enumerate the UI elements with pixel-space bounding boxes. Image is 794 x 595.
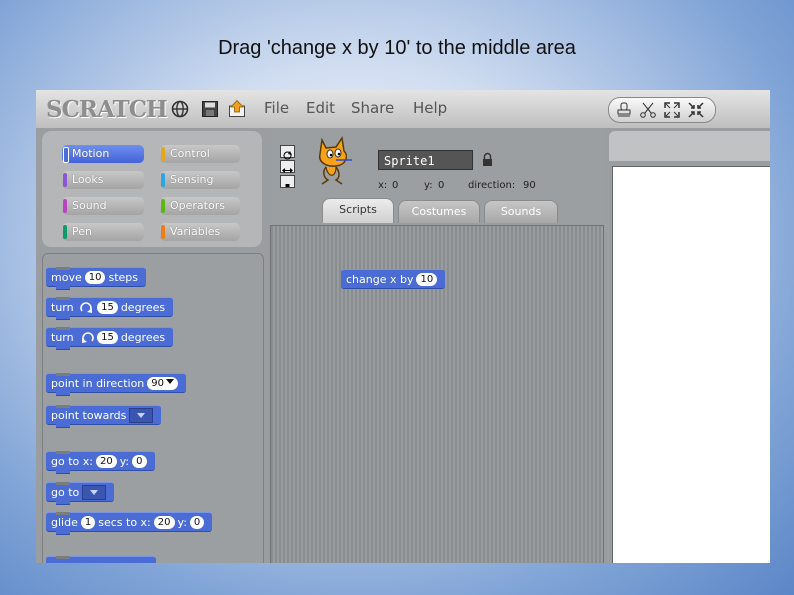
block-text: degrees [120, 301, 166, 314]
lock-icon[interactable] [482, 152, 493, 167]
rotate-counterclockwise-icon [82, 332, 94, 343]
stamp-icon[interactable] [615, 101, 633, 119]
rotate-clockwise-icon [80, 302, 93, 313]
save-icon[interactable] [201, 100, 219, 118]
no-rotate-icon [285, 184, 290, 187]
menu-share[interactable]: Share [351, 99, 394, 117]
scripts-area[interactable]: change x by 10 [270, 225, 604, 563]
block-glide[interactable]: glide 1 secs to x: 20 y: 0 [46, 512, 213, 535]
share-upload-icon[interactable] [228, 100, 246, 118]
category-label: Operators [170, 199, 225, 212]
direction-label: direction: [468, 180, 516, 191]
operators-color-bar [161, 199, 165, 213]
target-dropdown[interactable] [82, 484, 107, 500]
view-mode-buttons [608, 97, 716, 123]
category-operators[interactable]: Operators [160, 197, 240, 215]
tab-sounds[interactable]: Sounds [484, 200, 558, 223]
category-control[interactable]: Control [160, 145, 240, 163]
sprite-info-panel: Sprite1 x: 0 y: 0 direction: 90 Scripts … [272, 128, 604, 224]
x-label: x: [378, 180, 388, 191]
block-go-to[interactable]: go to [46, 482, 115, 505]
block-turn-left[interactable]: turn 15 degrees [46, 327, 174, 350]
tab-costumes[interactable]: Costumes [398, 200, 480, 223]
block-turn-right[interactable]: turn 15 degrees [46, 297, 174, 320]
sound-color-bar [63, 199, 67, 213]
shrink-icon[interactable] [687, 101, 705, 119]
stage-header [609, 131, 770, 161]
block-text: steps [108, 271, 138, 284]
menu-help[interactable]: Help [413, 99, 447, 117]
menu-bar: SCRATCH File Edit Share Help [36, 90, 770, 128]
category-label: Control [170, 147, 210, 160]
scratch-logo: SCRATCH [46, 96, 168, 123]
block-text: degrees [120, 331, 166, 344]
target-dropdown[interactable] [129, 407, 154, 423]
block-text: y: [119, 455, 130, 468]
block-text: change x by [346, 273, 414, 286]
category-label: Pen [72, 225, 92, 238]
category-variables[interactable]: Variables [160, 223, 240, 241]
tab-scripts[interactable]: Scripts [322, 198, 394, 223]
rotate-style-flip-button[interactable] [280, 160, 295, 173]
rotate-style-none-button[interactable] [280, 175, 295, 188]
direction-value: 90 [523, 180, 536, 191]
block-go-to-xy[interactable]: go to x: 20 y: 0 [46, 451, 155, 474]
menu-file[interactable]: File [264, 99, 289, 117]
blocks-palette[interactable]: move 10 steps turn 15 degrees turn 15 degree… [42, 253, 264, 563]
sprite-cat-thumbnail [318, 135, 352, 185]
secs-input[interactable]: 1 [80, 515, 96, 529]
degrees-input[interactable]: 15 [97, 300, 118, 314]
rotate-style-full-button[interactable] [280, 145, 295, 160]
motion-color-bar [63, 147, 69, 163]
category-label: Looks [72, 173, 104, 186]
x-input[interactable]: 20 [95, 454, 117, 468]
sprite-name-field[interactable]: Sprite1 [378, 150, 473, 170]
control-color-bar [161, 147, 165, 161]
stage-canvas[interactable] [612, 166, 770, 563]
block-text: secs to x: [98, 516, 151, 529]
change-x-input[interactable]: 10 [416, 272, 438, 286]
y-label: y: [424, 180, 433, 191]
sensing-color-bar [161, 173, 165, 187]
category-motion[interactable]: Motion [62, 145, 144, 163]
x-value: 0 [392, 180, 399, 191]
globe-icon[interactable] [171, 100, 189, 118]
variables-color-bar [161, 225, 165, 239]
block-change-x-by[interactable]: change x by 10 [341, 269, 446, 289]
block-text: y: [177, 516, 187, 529]
direction-dropdown[interactable]: 90 [147, 376, 179, 390]
grow-icon[interactable] [663, 101, 681, 119]
x-input[interactable]: 20 [153, 515, 175, 529]
block-point-in-direction[interactable]: point in direction 90 [46, 373, 187, 396]
category-label: Motion [72, 147, 110, 160]
scissors-icon[interactable] [639, 101, 657, 119]
instruction-caption: Drag 'change x by 10' to the middle area [218, 37, 576, 59]
category-sensing[interactable]: Sensing [160, 171, 240, 189]
category-label: Variables [170, 225, 221, 238]
block-partial[interactable] [46, 556, 156, 563]
degrees-input[interactable]: 15 [97, 330, 118, 344]
block-point-towards[interactable]: point towards [46, 405, 162, 428]
category-pen[interactable]: Pen [62, 223, 144, 241]
category-label: Sensing [170, 173, 214, 186]
y-input[interactable]: 0 [189, 515, 205, 529]
y-value: 0 [438, 180, 445, 191]
category-label: Sound [72, 199, 107, 212]
block-move-steps[interactable]: move 10 steps [46, 267, 146, 290]
category-sound[interactable]: Sound [62, 197, 144, 215]
category-selector: Motion Control Looks Sensing Sound Opera… [42, 131, 262, 247]
y-input[interactable]: 0 [132, 454, 147, 468]
scratch-window: SCRATCH File Edit Share Help Motion Cont… [36, 90, 770, 563]
steps-input[interactable]: 10 [84, 270, 106, 284]
pen-color-bar [63, 225, 67, 239]
category-looks[interactable]: Looks [62, 171, 144, 189]
looks-color-bar [63, 173, 67, 187]
menu-edit[interactable]: Edit [306, 99, 335, 117]
